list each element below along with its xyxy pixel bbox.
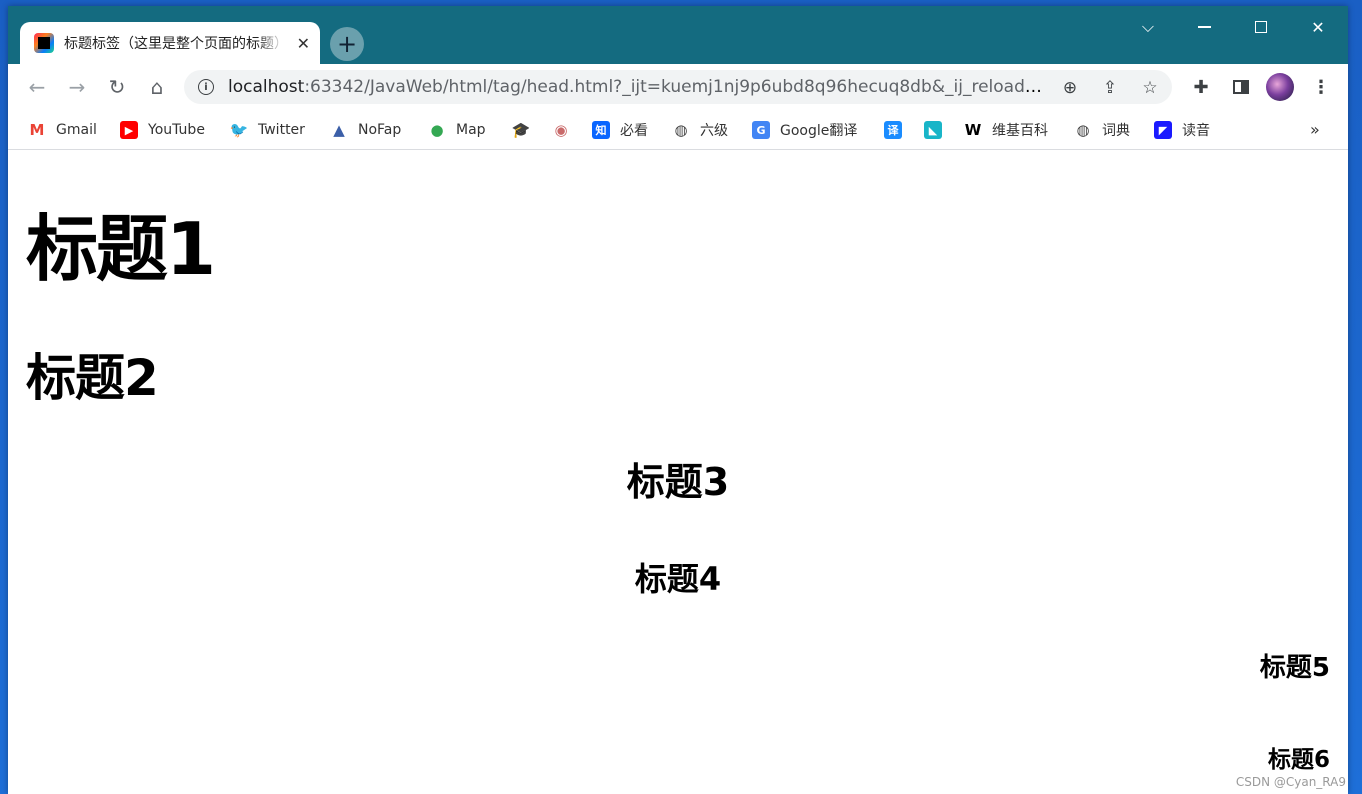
bookmark-item[interactable]: 🎓 [511,119,531,141]
minimize-icon [1197,26,1211,28]
bookmark-label: Google翻译 [780,123,858,139]
close-tab-icon[interactable]: ✕ [297,34,310,53]
zhihu-icon: 知 [592,121,610,139]
back-arrow-icon[interactable]: ← [22,72,52,102]
bookmark-item[interactable]: 知必看 [592,119,648,141]
youtube-icon: ▶ [120,121,138,139]
bookmark-label: Twitter [258,122,305,138]
maximize-icon [1255,21,1267,33]
address-bar[interactable]: i localhost:63342/JavaWeb/html/tag/head.… [184,70,1172,104]
bookmark-label: NoFap [358,122,402,138]
page-content: 标题1 标题2 标题3 标题4 标题5 标题6 CSDN @Cyan_RA9 [8,151,1348,794]
bookmark-item[interactable]: W 维基百科 [964,119,1048,141]
bookmark-label: 词典 [1102,123,1130,139]
bookmark-label: Map [456,122,486,138]
bookmark-item[interactable]: ◍ 词典 [1074,119,1130,141]
bookmark-label: Gmail [56,122,97,138]
minimize-button[interactable] [1176,12,1232,42]
nofap-icon: ▲ [333,121,345,139]
bookmark-item[interactable]: ◉ [552,119,570,141]
heading-5: 标题5 [1259,653,1330,683]
wikipedia-icon: W [964,121,982,139]
active-tab[interactable]: 标题标签（这里是整个页面的标题） ✕ [20,22,320,64]
profile-avatar[interactable] [1266,73,1294,101]
more-bookmarks-icon[interactable]: » [1310,120,1320,139]
title-bar: 标题标签（这里是整个页面的标题） ✕ + ⌵ ✕ [8,6,1348,64]
heading-2: 标题2 [26,349,159,407]
heading-6: 标题6 [1267,747,1330,773]
bookmark-label: 六级 [700,123,728,139]
bookmark-label: 必看 [620,123,648,139]
heading-3: 标题3 [626,460,730,504]
heading-1: 标题1 [26,207,216,291]
bookmark-item[interactable]: M Gmail [28,119,97,141]
site-info-icon[interactable]: i [198,79,214,95]
extensions-puzzle-icon[interactable]: ✚ [1188,74,1214,100]
reading-icon: ◤ [1154,121,1172,139]
bookmark-item[interactable]: G Google翻译 [752,119,857,141]
bookmark-item[interactable]: ◤ 读音 [1154,119,1210,141]
watermark-text: CSDN @Cyan_RA9 [1235,775,1346,789]
more-menu-icon[interactable]: ⋮ [1308,74,1334,100]
map-pin-icon: ● [430,121,444,139]
bookmark-item[interactable]: ● Map [428,119,486,141]
graduation-cap-icon: 🎓 [511,121,531,139]
seal-icon: ◉ [554,121,568,139]
zoom-icon[interactable]: ⊕ [1058,76,1082,100]
globe-icon: ◍ [1076,121,1090,139]
heading-4: 标题4 [634,560,722,598]
intellij-icon [34,33,54,53]
bookmark-label: 读音 [1182,123,1210,139]
close-window-button[interactable]: ✕ [1290,12,1346,42]
bookmark-label: 维基百科 [992,123,1048,139]
share-icon[interactable]: ⇪ [1098,76,1122,100]
bookmark-app-icon: ◣ [924,121,942,139]
forward-arrow-icon[interactable]: → [62,72,92,102]
home-icon[interactable]: ⌂ [142,72,172,102]
reload-icon[interactable]: ↻ [102,72,132,102]
bookmark-item[interactable]: ▶ YouTube [120,119,205,141]
url-path: :63342/JavaWeb/html/tag/head.html?_ijt=k… [304,77,1048,97]
translate-icon: 译 [884,121,902,139]
bookmark-item[interactable]: 译 [884,119,902,141]
bookmarks-bar: » M Gmail ▶ YouTube 🐦 Twitter ▲ NoFap ● Map 🎓 ◉ 知必看 ◍… [8,110,1348,150]
tab-search-chevron-icon[interactable]: ⌵ [1120,12,1176,42]
globe-icon: ◍ [674,121,688,139]
url-host: localhost [228,77,305,97]
maximize-button[interactable] [1233,12,1289,42]
bookmark-label: YouTube [148,122,205,138]
bookmark-star-icon[interactable]: ☆ [1138,76,1162,100]
twitter-icon: 🐦 [229,121,249,139]
side-panel-icon[interactable] [1228,74,1254,100]
bookmark-item[interactable]: ▲ NoFap [330,119,401,141]
bookmark-item[interactable]: ◣ [924,119,942,141]
url-text[interactable]: localhost:63342/JavaWeb/html/tag/head.ht… [228,77,1048,97]
bookmark-item[interactable]: 🐦 Twitter [230,119,305,141]
new-tab-button[interactable]: + [330,27,364,61]
tab-title: 标题标签（这里是整个页面的标题） [64,36,284,52]
browser-toolbar: ← → ↻ ⌂ i localhost:63342/JavaWeb/html/t… [8,64,1348,110]
bookmark-item[interactable]: ◍ 六级 [672,119,728,141]
gmail-icon: M [29,121,45,139]
google-translate-icon: G [752,121,770,139]
browser-window: 标题标签（这里是整个页面的标题） ✕ + ⌵ ✕ ← → ↻ ⌂ i local… [8,6,1348,794]
